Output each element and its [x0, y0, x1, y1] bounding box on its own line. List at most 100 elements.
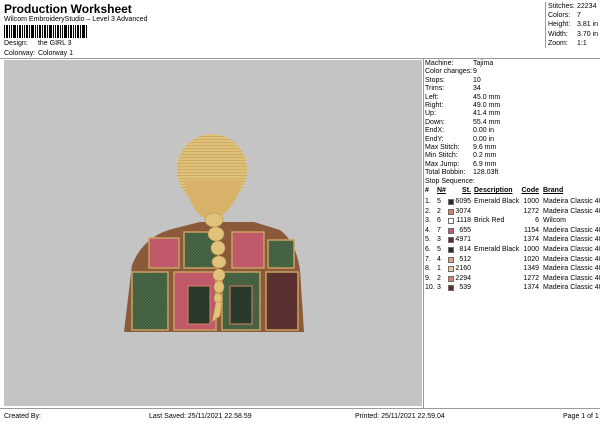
- colorway-row: Colorway: Colorway 1: [4, 50, 73, 57]
- info-min-stitch: Min Stitch: 0.2 mm: [425, 152, 497, 160]
- thread-brand: Madeira Classic 40: [543, 255, 600, 263]
- printed-date: Printed: 25/11/2021 22.59.04: [355, 413, 445, 420]
- thread-code: 1349: [523, 265, 539, 273]
- info-endx: EndX: 0.00 in: [425, 127, 495, 135]
- info-up: Up: 41.4 mm: [425, 110, 501, 118]
- footer-divider: [0, 408, 600, 409]
- thread-brand: Madeira Classic 40: [543, 284, 600, 292]
- design-row: Design: the GIRL 3: [4, 40, 72, 47]
- info-stops: Stops: 10: [425, 76, 481, 84]
- colorway-label: Colorway:: [4, 50, 36, 57]
- info-endy: EndY: 0.00 in: [425, 135, 495, 143]
- stat-colors: Colors: 7: [548, 12, 581, 20]
- info-total-bobbin: Total Bobbin: 128.03ft: [425, 169, 499, 177]
- needle-number: 3: [437, 236, 441, 244]
- needle-number: 1: [437, 265, 441, 273]
- stop-sequence-row: 1. 5 6095 Emerald Black 1000 Madeira Classic …: [425, 197, 600, 207]
- worksheet-header: Production Worksheet Wilcom EmbroiderySt…: [0, 0, 600, 59]
- color-swatch: [448, 266, 454, 273]
- needle-number: 7: [437, 226, 441, 234]
- stitch-count: 3074: [455, 207, 471, 215]
- stop-sequence-row: 10. 3 539 1374 Madeira Classic 40: [425, 283, 600, 293]
- created-by: Created By:: [4, 413, 41, 420]
- thread-code: 1272: [523, 207, 539, 215]
- thread-code: 1154: [523, 226, 539, 234]
- stop-number: 4.: [425, 226, 431, 234]
- color-swatch: [448, 227, 454, 234]
- thread-brand: Madeira Classic 40: [543, 198, 600, 205]
- needle-number: 2: [437, 274, 441, 282]
- color-description: Emerald Black: [474, 246, 520, 253]
- machine-info-panel: Machine: Tajima Color changes:9 Stops: 10 …: [424, 60, 600, 406]
- stop-number: 1.: [425, 198, 431, 205]
- needle-number: 3: [437, 284, 441, 292]
- stop-sequence-row: 2. 2 3074 1272 Madeira Classic 40: [425, 207, 600, 217]
- thread-code: 1374: [523, 284, 539, 292]
- stitch-count: 512: [459, 255, 471, 263]
- color-swatch: [448, 275, 454, 282]
- stop-sequence-row: 5. 3 4971 1374 Madeira Classic 40: [425, 235, 600, 245]
- colorway-value: Colorway 1: [37, 50, 73, 57]
- thread-brand: Madeira Classic 40: [543, 246, 600, 253]
- header-divider: [0, 58, 600, 59]
- stat-width: Width: 3.70 in: [548, 30, 599, 38]
- info-machine: Machine: Tajima: [425, 60, 494, 67]
- thread-brand: Madeira Classic 40: [543, 207, 600, 215]
- stitch-count: 655: [459, 226, 471, 234]
- stop-sequence-row: 7. 4 512 1020 Madeira Classic 40: [425, 255, 600, 265]
- info-max-stitch: Max Stitch: 9.6 mm: [425, 144, 497, 151]
- page-title: Production Worksheet: [4, 2, 132, 16]
- stop-sequence-row: 6. 5 814 Emerald Black 1000 Madeira Classic 4…: [425, 245, 600, 255]
- thread-brand: Wilcom: [543, 217, 566, 225]
- stat-stitches: Stitches: 22234: [548, 3, 597, 10]
- needle-number: 5: [437, 198, 441, 205]
- stitch-count: 2294: [455, 274, 471, 282]
- thread-code: 1272: [523, 274, 539, 282]
- color-description: Brick Red: [474, 217, 505, 225]
- color-swatch: [448, 247, 454, 253]
- info-max-jump: Max Jump: 6.9 mm: [425, 160, 497, 168]
- stop-number: 5.: [425, 236, 431, 244]
- stitch-count: 1118: [456, 217, 471, 225]
- stop-sequence-row: 8. 1 2160 1349 Madeira Classic 40: [425, 264, 600, 274]
- color-description: Emerald Black: [474, 198, 520, 205]
- worksheet-footer: Created By: Last Saved: 25/11/2021 22.58…: [0, 411, 600, 424]
- needle-number: 5: [437, 246, 441, 253]
- design-label: Design:: [4, 40, 28, 47]
- page-number: Page 1 of 1: [563, 413, 599, 420]
- stitch-count: 539: [459, 284, 471, 292]
- stop-sequence-title: Stop Sequence:: [425, 178, 475, 185]
- stop-number: 6.: [425, 246, 431, 253]
- barcode-icon: [4, 25, 87, 38]
- design-preview-canvas: [4, 60, 422, 406]
- thread-code: 6: [535, 217, 539, 225]
- thread-code: 1020: [523, 255, 539, 263]
- stop-number: 7.: [425, 255, 431, 263]
- stop-number: 9.: [425, 274, 431, 282]
- stop-number: 3.: [425, 217, 431, 225]
- thread-brand: Madeira Classic 40: [543, 274, 600, 282]
- needle-number: 6: [437, 217, 441, 225]
- thread-brand: Madeira Classic 40: [543, 236, 600, 244]
- stop-sequence-row: 3. 6 1118 Brick Red 6 Wilcom: [425, 216, 599, 226]
- stop-number: 10.: [425, 284, 435, 292]
- color-swatch: [448, 208, 454, 215]
- stop-sequence-row: 4. 7 655 1154 Madeira Classic 40: [425, 226, 600, 236]
- stitch-count: 2160: [455, 265, 471, 273]
- thread-brand: Madeira Classic 40: [543, 265, 600, 273]
- stop-sequence-row: 9. 2 2294 1272 Madeira Classic 40: [425, 274, 600, 284]
- stats-box: Stitches: 22234 Colors: 7 Height: 3.81 in W…: [545, 2, 600, 48]
- stop-number: 8.: [425, 265, 431, 273]
- color-swatch: [448, 285, 454, 292]
- embroidery-design-image: [124, 134, 304, 332]
- stat-height: Height: 3.81 in: [548, 21, 599, 29]
- stop-sequence-header: # N# St. Description Code Brand: [425, 187, 564, 194]
- software-subtitle: Wilcom EmbroideryStudio – Level 3 Advanc…: [4, 16, 148, 23]
- design-value: the GIRL 3: [37, 40, 72, 47]
- thread-code: 1000: [523, 198, 539, 205]
- thread-brand: Madeira Classic 40: [543, 226, 600, 234]
- color-swatch: [448, 218, 454, 225]
- needle-number: 2: [437, 207, 441, 215]
- info-down: Down: 55.4 mm: [425, 118, 501, 126]
- stitch-count: 4971: [455, 236, 471, 244]
